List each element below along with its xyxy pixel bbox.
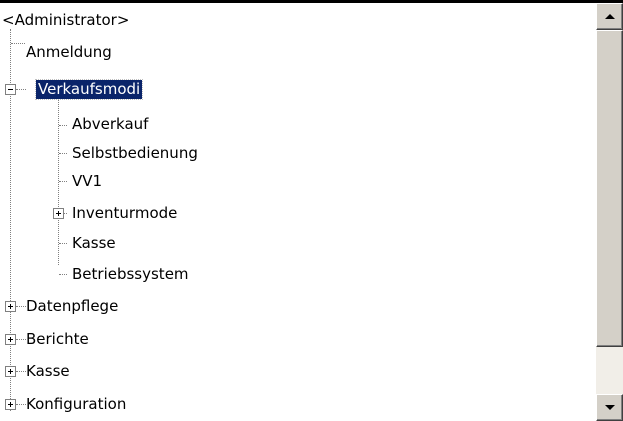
tree-node-label: Berichte xyxy=(26,330,89,348)
tree-node-betriebssystem[interactable]: Betriebssystem xyxy=(70,262,191,287)
tree-node-konfiguration[interactable]: Konfiguration xyxy=(24,392,128,417)
tree-node-vv1[interactable]: VV1 xyxy=(70,169,104,194)
tree-line-verkaufsmodi xyxy=(58,93,59,265)
tree-node-kasse[interactable]: Kasse xyxy=(24,359,72,384)
tree-node-label: Abverkauf xyxy=(72,115,149,133)
tree-node-berichte[interactable]: Berichte xyxy=(24,327,91,352)
tree-node-label: Verkaufsmodi xyxy=(34,79,144,100)
vertical-scrollbar[interactable] xyxy=(596,3,623,421)
tree-node-kasse[interactable]: Kasse xyxy=(70,231,118,256)
tree-node-label: Anmeldung xyxy=(26,43,112,61)
tree-line-branch xyxy=(59,181,67,182)
expand-icon[interactable] xyxy=(53,208,64,219)
scroll-down-button[interactable] xyxy=(596,394,623,421)
tree-line-branch xyxy=(64,213,67,214)
collapse-icon[interactable] xyxy=(5,84,16,95)
tree-line-branch xyxy=(59,243,67,244)
tree-node-verkaufsmodi[interactable]: Verkaufsmodi xyxy=(34,77,144,102)
tree-node-abverkauf[interactable]: Abverkauf xyxy=(70,112,150,137)
tree-node-label: Kasse xyxy=(26,362,70,380)
tree-line-branch xyxy=(59,274,67,275)
scroll-up-button[interactable] xyxy=(596,3,623,30)
tree-node-label: Selbstbedienung xyxy=(72,144,198,162)
scrollbar-thumb[interactable] xyxy=(596,30,623,347)
tree-node-label: Kasse xyxy=(72,234,116,252)
tree-node-datenpflege[interactable]: Datenpflege xyxy=(24,294,120,319)
expand-icon[interactable] xyxy=(5,399,16,410)
expand-icon[interactable] xyxy=(5,366,16,377)
tree-node-anmeldung[interactable]: Anmeldung xyxy=(24,40,114,65)
tree-line-branch xyxy=(16,89,26,90)
tree-node-label: Konfiguration xyxy=(26,395,127,413)
tree-node-label: Datenpflege xyxy=(26,297,119,315)
tree-node-label: VV1 xyxy=(72,172,103,190)
tree-node-label: <Administrator> xyxy=(2,11,130,29)
expand-icon[interactable] xyxy=(5,301,16,312)
tree-line-branch xyxy=(59,125,67,126)
arrow-up-icon xyxy=(605,14,615,19)
tree-line-branch xyxy=(11,43,25,44)
tree-node-label: Inventurmode xyxy=(72,204,178,222)
tree-node-selbstbedienung[interactable]: Selbstbedienung xyxy=(70,141,200,166)
tree-node-inventurmode[interactable]: Inventurmode xyxy=(70,201,179,226)
tree-node-root[interactable]: <Administrator> xyxy=(0,8,131,33)
expand-icon[interactable] xyxy=(5,334,16,345)
arrow-down-icon xyxy=(605,405,615,410)
tree-line-branch xyxy=(59,153,67,154)
tree-node-label: Betriebssystem xyxy=(72,265,189,283)
tree-view[interactable]: <Administrator> Anmeldung Verkaufsmodi A… xyxy=(0,3,596,421)
